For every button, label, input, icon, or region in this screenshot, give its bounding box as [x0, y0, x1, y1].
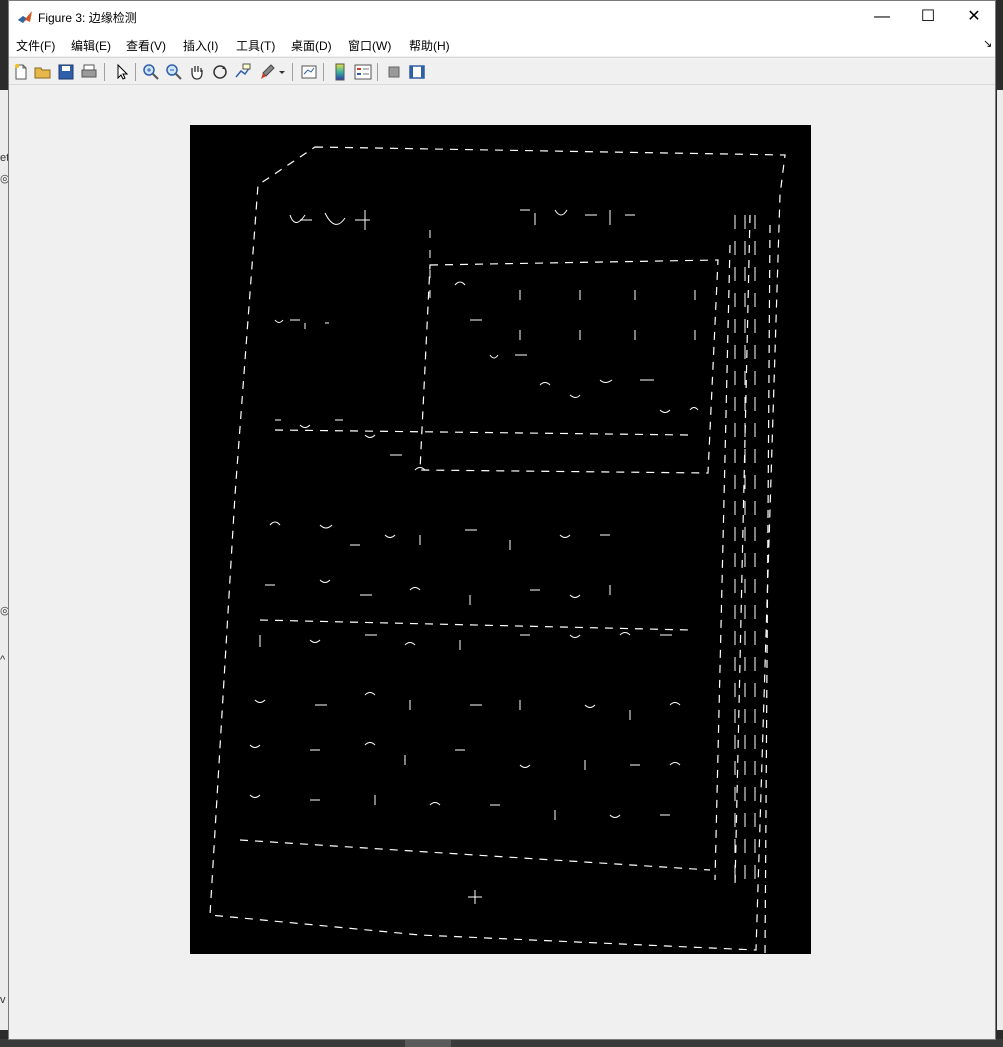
toolbar-separator [135, 63, 136, 81]
text-edge [520, 209, 635, 225]
text-edge [259, 632, 672, 650]
save-icon[interactable] [56, 62, 76, 82]
data-cursor-icon[interactable] [233, 62, 253, 82]
dropdown-arrow-icon[interactable] [277, 62, 287, 82]
text-edge [249, 794, 670, 820]
table-edge [764, 224, 771, 954]
close-button[interactable]: ✕ [951, 1, 997, 32]
minimize-icon: — [874, 8, 890, 25]
text-edge [289, 210, 370, 230]
text-edge [274, 319, 329, 329]
new-figure-icon[interactable] [11, 62, 31, 82]
menu-insert[interactable]: 插入(I) [183, 37, 218, 54]
table-edge [734, 214, 751, 886]
zoom-out-icon[interactable] [164, 62, 184, 82]
table-edge [419, 259, 719, 474]
hide-plot-tools-icon[interactable] [384, 62, 404, 82]
text-edge [265, 579, 611, 605]
window-title: Figure 3: 边缘检测 [38, 11, 137, 25]
toolbar-separator [323, 63, 324, 81]
menu-help[interactable]: 帮助(H) [409, 37, 450, 54]
table-edge [714, 244, 731, 881]
title-bar[interactable]: Figure 3: 边缘检测 — ☐ ✕ [9, 1, 995, 32]
maximize-icon: ☐ [920, 8, 936, 25]
menu-tools[interactable]: 工具(T) [236, 37, 275, 54]
menu-window[interactable]: 窗口(W) [348, 37, 391, 54]
legend-icon[interactable] [353, 62, 373, 82]
menu-edit[interactable]: 编辑(E) [71, 37, 111, 54]
text-edge [249, 742, 681, 770]
print-icon[interactable] [79, 62, 99, 82]
open-folder-icon[interactable] [33, 62, 53, 82]
rotate-3d-icon[interactable] [210, 62, 230, 82]
table-edge [239, 839, 711, 871]
text-edge [254, 692, 681, 720]
minimize-button[interactable]: — [859, 1, 905, 32]
text-edge [269, 521, 610, 550]
table-edge [274, 429, 691, 436]
brush-icon[interactable] [257, 62, 277, 82]
toolbar-separator [377, 63, 378, 81]
edge-map-svg [209, 146, 786, 954]
close-icon: ✕ [967, 8, 981, 25]
matlab-logo-icon [17, 9, 33, 25]
text-edge [454, 281, 699, 413]
colorbar-icon[interactable] [330, 62, 350, 82]
figure-window: Figure 3: 边缘检测 — ☐ ✕ 文件(F) 编辑(E) 查看(V) 插… [8, 0, 996, 1040]
menu-file[interactable]: 文件(F) [16, 37, 55, 54]
toolbar-separator [104, 63, 105, 81]
edge-detection-image[interactable] [190, 125, 811, 954]
text-edge [519, 290, 696, 340]
figure-toolbar [9, 57, 995, 85]
text-edge [275, 419, 426, 471]
maximize-button[interactable]: ☐ [905, 1, 951, 32]
show-plot-tools-icon[interactable] [407, 62, 427, 82]
toolbar-separator [292, 63, 293, 81]
document-edge [209, 146, 786, 951]
zoom-in-icon[interactable] [141, 62, 161, 82]
ruler-marks [734, 215, 756, 885]
scroll-thumb[interactable] [405, 1039, 451, 1047]
background-taskbar [0, 1039, 1003, 1047]
menu-bar: 文件(F) 编辑(E) 查看(V) 插入(I) 工具(T) 桌面(D) 窗口(W… [9, 32, 995, 56]
background-right-strip [997, 90, 1003, 1030]
text-edge [468, 890, 482, 904]
pointer-icon[interactable] [111, 62, 131, 82]
pan-hand-icon[interactable] [187, 62, 207, 82]
table-edge [259, 619, 691, 631]
link-plot-icon[interactable] [299, 62, 319, 82]
menubar-overflow-icon[interactable]: ↘ [983, 37, 992, 50]
menu-view[interactable]: 查看(V) [126, 37, 166, 54]
menu-desktop[interactable]: 桌面(D) [291, 37, 332, 54]
